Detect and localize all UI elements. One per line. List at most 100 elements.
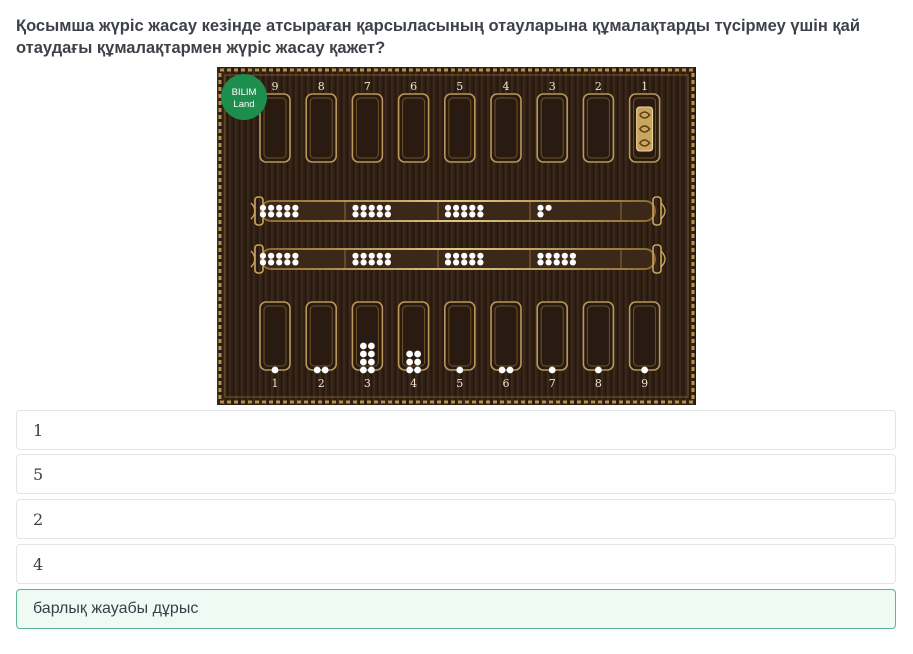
kumalak-stone bbox=[284, 252, 291, 259]
kumalak-stone bbox=[461, 259, 468, 266]
kumalak-stone bbox=[506, 366, 514, 374]
kumalak-stone bbox=[376, 204, 383, 211]
kumalak-stone bbox=[444, 204, 452, 211]
bottom-pit-number: 3 bbox=[364, 377, 371, 390]
answer-option-5[interactable]: 5 bbox=[16, 454, 896, 494]
bottom-pit-number: 5 bbox=[456, 377, 463, 390]
kumalak-stone bbox=[368, 204, 375, 211]
top-pit-number: 6 bbox=[410, 80, 417, 93]
kumalak-stone bbox=[360, 358, 367, 366]
answer-option-all-correct[interactable]: барлық жауабы дұрыс bbox=[16, 589, 896, 629]
kumalak-stone bbox=[548, 366, 556, 374]
kumalak-stone bbox=[268, 259, 275, 266]
kumalak-stone bbox=[284, 259, 291, 266]
kumalak-stone bbox=[453, 252, 460, 259]
kumalak-stone bbox=[376, 211, 383, 218]
kumalak-stone bbox=[553, 252, 560, 259]
logo-text-bilim: BILIM bbox=[232, 87, 257, 98]
kumalak-stone bbox=[259, 204, 267, 211]
kumalak-stone bbox=[376, 259, 383, 266]
kumalak-stone bbox=[384, 259, 391, 266]
kumalak-stone bbox=[461, 211, 468, 218]
kumalak-stone bbox=[360, 366, 367, 374]
bottom-pit-number: 4 bbox=[410, 377, 417, 390]
bottom-pit-number: 9 bbox=[641, 377, 648, 390]
kumalak-stone bbox=[498, 366, 506, 374]
kumalak-stone bbox=[352, 259, 359, 266]
kumalak-stone bbox=[414, 350, 421, 358]
kumalak-stone bbox=[469, 259, 476, 266]
kumalak-stone bbox=[271, 366, 279, 374]
kumalak-stone bbox=[537, 259, 544, 266]
answer-option-label: 1 bbox=[33, 420, 44, 440]
kumalak-stone bbox=[569, 259, 576, 266]
kumalak-stone bbox=[477, 259, 484, 266]
kumalak-stone bbox=[360, 252, 367, 259]
kumalak-stone bbox=[469, 252, 476, 259]
kumalak-stone bbox=[360, 259, 367, 266]
answer-option-label: 2 bbox=[33, 509, 44, 529]
top-pit-number: 1 bbox=[641, 80, 648, 93]
answer-option-label: 4 bbox=[33, 554, 44, 574]
kumalak-stone bbox=[368, 211, 375, 218]
kumalak-stone bbox=[595, 366, 602, 374]
logo-text-land: Land bbox=[233, 99, 254, 110]
kumalak-stone bbox=[384, 252, 391, 259]
kumalak-stone bbox=[477, 252, 484, 259]
kumalak-stone bbox=[537, 252, 544, 259]
kumalak-stone bbox=[360, 350, 367, 358]
answer-option-1[interactable]: 1 bbox=[16, 410, 896, 450]
kumalak-stone bbox=[368, 259, 375, 266]
answer-option-2[interactable]: 2 bbox=[16, 499, 896, 539]
kumalak-stone bbox=[284, 204, 291, 211]
kumalak-stone bbox=[456, 366, 464, 374]
kumalak-stone bbox=[469, 204, 476, 211]
kumalak-stone bbox=[292, 204, 299, 211]
kumalak-stone bbox=[406, 366, 413, 374]
kumalak-stone bbox=[368, 342, 375, 350]
kumalak-stone bbox=[368, 252, 375, 259]
kumalak-stone bbox=[545, 259, 552, 266]
kumalak-stone bbox=[376, 252, 383, 259]
bottom-pit-number: 2 bbox=[318, 377, 325, 390]
kumalak-stone bbox=[537, 204, 544, 211]
top-pit-number: 9 bbox=[272, 80, 279, 93]
top-pit-number: 5 bbox=[456, 80, 463, 93]
kumalak-stone bbox=[384, 211, 391, 218]
kumalak-stone bbox=[276, 252, 283, 259]
togyz-kumalak-board: 9 8 7 6 5 4 3 2 1 1 2 3 4 5 6 7 8 9 BILIM Land bbox=[217, 67, 696, 405]
kumalak-stone bbox=[276, 211, 283, 218]
kumalak-stone bbox=[368, 358, 375, 366]
top-pit-number: 7 bbox=[364, 80, 371, 93]
question-text: Қосымша жүріс жасау кезінде атсыраған қа… bbox=[16, 17, 860, 57]
kumalak-stone bbox=[259, 211, 267, 218]
kumalak-stone bbox=[276, 204, 283, 211]
kumalak-stone bbox=[259, 259, 267, 266]
kumalak-stone bbox=[444, 252, 452, 259]
kumalak-stone bbox=[537, 211, 544, 218]
kumalak-stone bbox=[276, 259, 283, 266]
kumalak-stone bbox=[259, 252, 267, 259]
kumalak-stone bbox=[321, 366, 329, 374]
kumalak-stone bbox=[561, 252, 568, 259]
kumalak-stone bbox=[292, 252, 299, 259]
kumalak-stone bbox=[553, 259, 560, 266]
kumalak-stone bbox=[384, 204, 391, 211]
bottom-kazan bbox=[260, 248, 656, 270]
kumalak-stone bbox=[292, 259, 299, 266]
kumalak-stone bbox=[477, 211, 484, 218]
top-pit-number: 3 bbox=[549, 80, 556, 93]
top-pit-number: 2 bbox=[595, 80, 602, 93]
kumalak-stone bbox=[368, 350, 375, 358]
kumalak-stone bbox=[268, 204, 275, 211]
kumalak-stone bbox=[360, 342, 367, 350]
kumalak-stone bbox=[453, 259, 460, 266]
kumalak-stone bbox=[268, 252, 275, 259]
answer-option-4[interactable]: 4 bbox=[16, 544, 896, 584]
kumalak-stone bbox=[444, 259, 452, 266]
kumalak-stone bbox=[360, 204, 367, 211]
bottom-pit-number: 1 bbox=[272, 377, 279, 390]
kumalak-stone bbox=[284, 211, 291, 218]
kumalak-stone bbox=[352, 204, 359, 211]
kumalak-stone bbox=[469, 211, 476, 218]
